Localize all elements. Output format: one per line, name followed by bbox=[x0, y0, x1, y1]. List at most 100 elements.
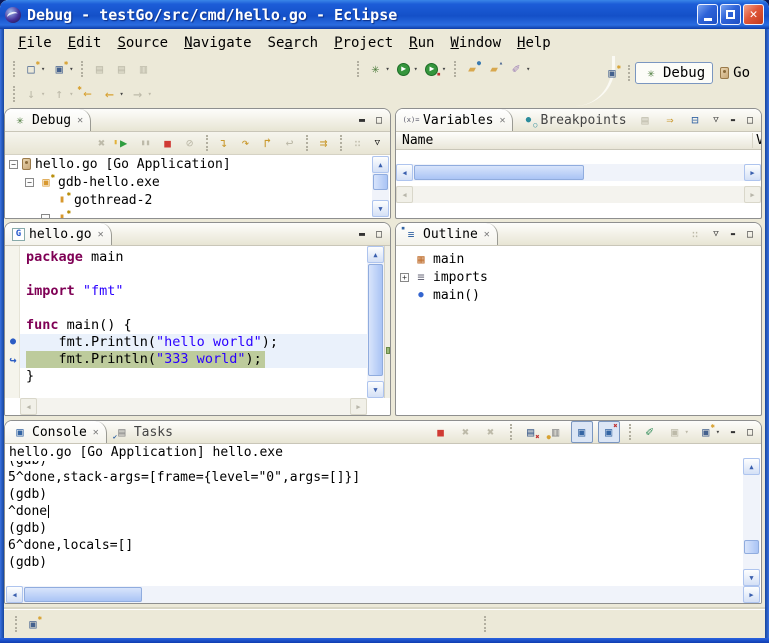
outline-item[interactable]: −●main() bbox=[396, 286, 761, 304]
editor-hscrollbar[interactable]: ◀ ▶ bbox=[20, 398, 367, 415]
tree-expander-icon[interactable]: − bbox=[25, 178, 34, 187]
console-hscrollbar[interactable]: ◀ ▶ bbox=[6, 586, 760, 603]
tab-debug[interactable]: ✳Debug✕ bbox=[5, 109, 91, 131]
outline-misc-button[interactable]: ∷ bbox=[685, 223, 705, 245]
outline-item[interactable]: +≡imports bbox=[396, 268, 761, 286]
minimize-view-button[interactable]: ▬ bbox=[726, 116, 740, 124]
menu-window[interactable]: Window bbox=[442, 33, 509, 53]
open-perspective-button[interactable]: ▣✱ bbox=[602, 62, 622, 84]
close-tab-icon[interactable]: ✕ bbox=[98, 229, 104, 240]
tree-expander-icon[interactable]: + bbox=[400, 273, 409, 282]
scroll-right-icon[interactable]: ▶ bbox=[743, 586, 760, 603]
menu-project[interactable]: Project bbox=[326, 33, 401, 53]
minimize-button[interactable] bbox=[697, 4, 718, 25]
display-selected-console-button[interactable]: ▣▾ bbox=[665, 421, 691, 443]
editor-vscrollbar[interactable]: ▲ ▼ bbox=[367, 246, 384, 398]
next-annotation-button[interactable]: ↓▾ bbox=[21, 83, 47, 105]
new-launch-button[interactable]: ▣✱▾ bbox=[49, 58, 75, 80]
debug-tree-scrollbar[interactable]: ▲ ▼ bbox=[372, 156, 389, 217]
scrollbar-thumb[interactable] bbox=[414, 165, 584, 180]
tab-console[interactable]: ▣Console✕ bbox=[5, 421, 107, 443]
menu-source[interactable]: Source bbox=[109, 33, 176, 53]
show-type-names-button[interactable]: ▤ bbox=[635, 109, 655, 131]
prev-annotation-button[interactable]: ↑▾ bbox=[49, 83, 75, 105]
menu-edit[interactable]: Edit bbox=[60, 33, 110, 53]
maximize-button[interactable] bbox=[720, 4, 741, 25]
close-tab-icon[interactable]: ✕ bbox=[77, 115, 83, 126]
clear-console-button[interactable]: ▤✖ bbox=[521, 421, 541, 443]
overview-ruler[interactable] bbox=[384, 246, 390, 398]
last-edit-location-button[interactable]: ←✱ bbox=[77, 83, 97, 105]
terminate-console-button[interactable]: ■ bbox=[431, 421, 451, 443]
scroll-left-icon[interactable]: ◀ bbox=[6, 586, 23, 603]
minimize-view-button[interactable]: ▬ bbox=[355, 229, 369, 240]
show-stderr-button[interactable]: ▣✖ bbox=[598, 421, 620, 443]
minimize-view-button[interactable]: ▬ bbox=[726, 230, 740, 238]
scroll-up-icon[interactable]: ▲ bbox=[372, 156, 389, 173]
minimize-view-button[interactable]: ▬ bbox=[355, 115, 369, 126]
scroll-left-icon[interactable]: ◀ bbox=[396, 164, 413, 181]
scroll-down-icon[interactable]: ▼ bbox=[367, 381, 384, 398]
close-tab-icon[interactable]: ✕ bbox=[499, 115, 505, 126]
drop-to-frame-button[interactable]: ↩ bbox=[280, 132, 300, 154]
tree-expander-icon[interactable]: − bbox=[41, 214, 50, 219]
menu-navigate[interactable]: Navigate bbox=[176, 33, 259, 53]
menu-help[interactable]: Help bbox=[509, 33, 559, 53]
back-button[interactable]: ←▾ bbox=[99, 83, 125, 105]
view-management-button[interactable]: ∷ bbox=[348, 132, 368, 154]
outline-item[interactable]: −▦main bbox=[396, 250, 761, 268]
tab-variables[interactable]: (x)=Variables✕ bbox=[396, 109, 513, 131]
remove-all-terminated-button[interactable]: ✖ bbox=[92, 132, 112, 154]
menu-file[interactable]: File bbox=[10, 33, 60, 53]
current-instruction-pointer-icon[interactable]: ↪ bbox=[7, 353, 19, 367]
perspective-debug-button[interactable]: ✳Debug bbox=[635, 62, 713, 84]
maximize-view-button[interactable]: □ bbox=[743, 229, 757, 240]
maximize-view-button[interactable]: □ bbox=[743, 427, 757, 438]
remove-launch-button[interactable]: ✖ bbox=[456, 421, 476, 443]
exec-line-marker[interactable] bbox=[386, 347, 390, 354]
open-console-button[interactable]: ▣✱▾ bbox=[696, 421, 722, 443]
debug-tree-item[interactable]: −▣✱gdb-hello.exe bbox=[5, 173, 390, 191]
use-step-filters-button[interactable]: ⇉ bbox=[314, 132, 334, 154]
scrollbar-thumb[interactable] bbox=[24, 587, 142, 602]
mark-occurrences-button[interactable]: ✐▾ bbox=[506, 58, 532, 80]
scroll-down-icon[interactable]: ▼ bbox=[743, 569, 760, 586]
code-area[interactable]: package main import "fmt" func main() { … bbox=[20, 246, 367, 398]
resume-button[interactable]: ▶▮ bbox=[114, 132, 134, 154]
show-logical-structure-button[interactable]: ⇒ bbox=[660, 109, 680, 131]
variables-empty-area[interactable] bbox=[396, 150, 761, 164]
perspective-go-button[interactable]: Go bbox=[713, 63, 757, 83]
close-tab-icon[interactable]: ✕ bbox=[93, 427, 99, 438]
console-vscrollbar[interactable]: ▲ ▼ bbox=[743, 458, 760, 586]
scroll-up-icon[interactable]: ▲ bbox=[367, 246, 384, 263]
outline-tree[interactable]: −▦main+≡imports−●main() bbox=[396, 246, 761, 414]
close-button[interactable]: ✕ bbox=[743, 4, 764, 25]
debug-tree-item[interactable]: −▮✱ bbox=[5, 209, 390, 218]
menu-search[interactable]: Search bbox=[260, 33, 327, 53]
menu-run[interactable]: Run bbox=[401, 33, 442, 53]
remove-all-launches-button[interactable]: ✖ bbox=[481, 421, 501, 443]
view-menu-button[interactable]: ▽ bbox=[709, 115, 723, 125]
save-button[interactable]: ▤ bbox=[89, 58, 109, 80]
open-resource-button[interactable]: ▰● bbox=[462, 58, 482, 80]
view-menu-button[interactable]: ▽ bbox=[375, 138, 380, 148]
debug-launch-tree[interactable]: −hello.go [Go Application]−▣✱gdb-hello.e… bbox=[5, 155, 390, 218]
minimize-view-button[interactable]: ▬ bbox=[726, 428, 740, 436]
print-button[interactable]: ▥ bbox=[133, 58, 153, 80]
show-stdout-button[interactable]: ▣ bbox=[571, 421, 593, 443]
external-tools-button[interactable]: ▶▪▾ bbox=[422, 58, 448, 80]
scroll-lock-button[interactable]: ▥● bbox=[546, 421, 566, 443]
maximize-view-button[interactable]: □ bbox=[743, 115, 757, 126]
collapse-all-button[interactable]: ⊟ bbox=[685, 109, 705, 131]
scrollbar-thumb[interactable] bbox=[373, 174, 388, 190]
forward-button[interactable]: →▾ bbox=[128, 83, 154, 105]
scroll-up-icon[interactable]: ▲ bbox=[743, 458, 760, 475]
tab-tasks[interactable]: ▤✔Tasks bbox=[107, 421, 180, 443]
pin-console-button[interactable]: ✐ bbox=[640, 421, 660, 443]
save-all-button[interactable]: ▤ bbox=[111, 58, 131, 80]
scroll-right-icon[interactable]: ▶ bbox=[744, 164, 761, 181]
disconnect-button[interactable]: ⊘ bbox=[180, 132, 200, 154]
maximize-view-button[interactable]: □ bbox=[372, 115, 386, 126]
tab-outline[interactable]: ≡▪Outline✕ bbox=[396, 223, 498, 245]
tab-hello-go[interactable]: G hello.go ✕ bbox=[5, 223, 112, 245]
